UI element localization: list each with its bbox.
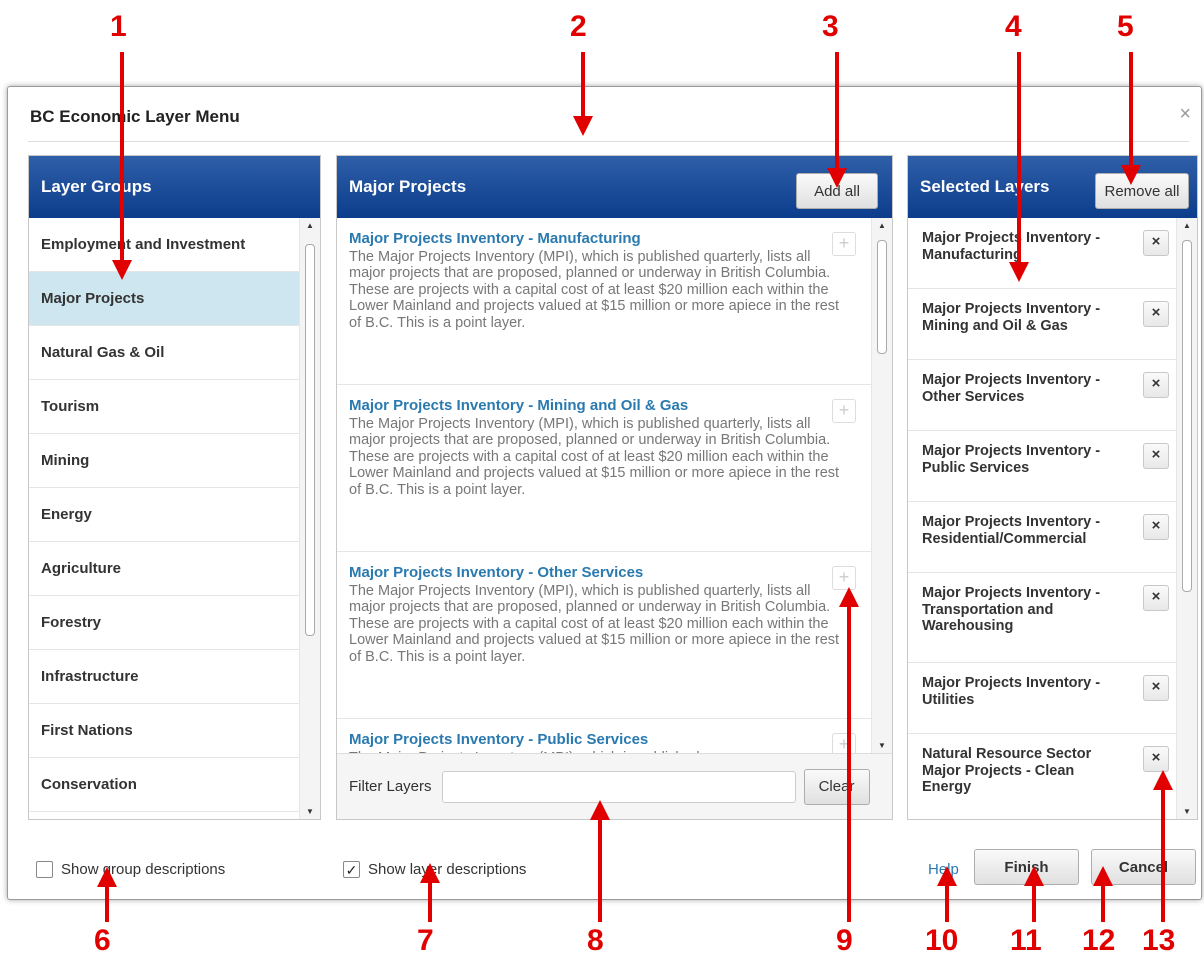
annotation-label-7: 7 bbox=[417, 924, 434, 957]
annotation-label-4: 4 bbox=[1005, 10, 1022, 43]
annotation-label-10: 10 bbox=[925, 924, 959, 957]
annotation-label-5: 5 bbox=[1117, 10, 1134, 43]
annotation-arrows bbox=[97, 52, 1173, 922]
annotation-label-8: 8 bbox=[587, 924, 604, 957]
annotation-label-3: 3 bbox=[822, 10, 839, 43]
annotation-label-13: 13 bbox=[1142, 924, 1176, 957]
annotation-label-2: 2 bbox=[570, 10, 587, 43]
annotation-label-12: 12 bbox=[1082, 924, 1116, 957]
annotation-label-9: 9 bbox=[836, 924, 853, 957]
annotation-label-1: 1 bbox=[110, 10, 127, 43]
annotation-label-6: 6 bbox=[94, 924, 111, 957]
annotation-label-11: 11 bbox=[1010, 924, 1042, 957]
